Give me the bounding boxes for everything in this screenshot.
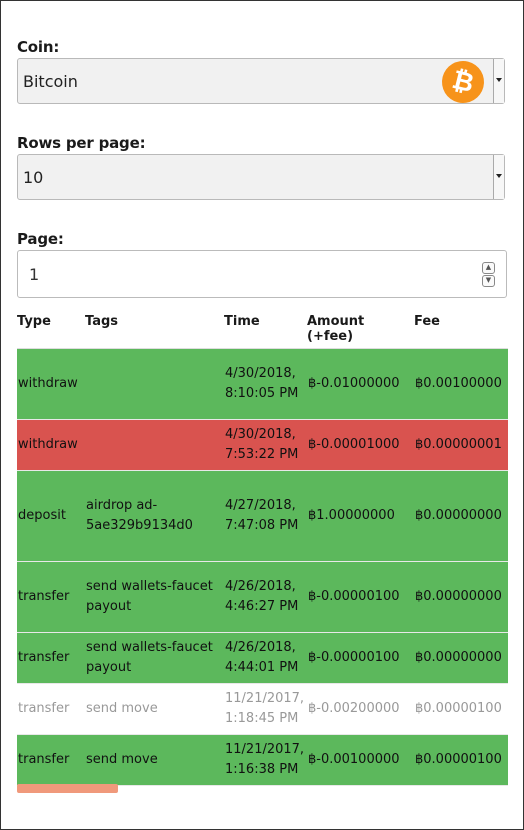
cell-time: 4/27/2018, 7:47:08 PM <box>224 470 307 562</box>
cell-tags <box>85 419 224 471</box>
page-label: Page: <box>17 230 64 248</box>
coin-dropdown-button[interactable] <box>493 59 504 103</box>
cell-fee: ฿0.00000000 <box>414 561 508 633</box>
cell-amount: ฿1.00000000 <box>307 470 414 562</box>
cell-tags <box>85 348 224 420</box>
cell-amount: ฿-0.00000100 <box>307 632 414 684</box>
bitcoin-icon: ₿ <box>437 56 489 108</box>
column-header-time[interactable]: Time <box>224 305 307 349</box>
table-row: transfer send wallets-faucet payout 4/26/2… <box>17 561 508 633</box>
horizontal-scrollbar-thumb[interactable] <box>17 784 118 793</box>
cell-time: 4/30/2018, 8:10:05 PM <box>224 348 307 420</box>
cell-time: 4/26/2018, 4:46:27 PM <box>224 561 307 633</box>
cell-type: withdraw <box>17 348 85 420</box>
cell-fee: ฿0.00000000 <box>414 632 508 684</box>
spin-down-icon[interactable]: ▼ <box>482 275 495 287</box>
column-header-type[interactable]: Type <box>17 305 85 349</box>
cell-time: 4/26/2018, 4:44:01 PM <box>224 632 307 684</box>
cell-type: deposit <box>17 470 85 562</box>
cell-tags: send wallets-faucet payout <box>85 561 224 633</box>
rows-per-page-dropdown-button[interactable] <box>493 155 504 199</box>
table-row: withdraw 4/30/2018, 7:53:22 PM ฿-0.0000100… <box>17 419 508 471</box>
cell-fee: ฿0.00000001 <box>414 419 508 471</box>
coin-select-value: Bitcoin <box>23 72 78 91</box>
cell-type: transfer <box>17 734 85 786</box>
column-header-amount[interactable]: Amount (+fee) <box>307 305 414 349</box>
rows-per-page-value: 10 <box>23 168 44 187</box>
cell-fee: ฿0.00000100 <box>414 683 508 735</box>
cell-amount: ฿-0.00100000 <box>307 734 414 786</box>
coin-label: Coin: <box>17 38 60 56</box>
chevron-down-icon <box>496 78 502 82</box>
column-header-tags[interactable]: Tags <box>85 305 224 349</box>
table-row: withdraw 4/30/2018, 8:10:05 PM ฿-0.0100000… <box>17 348 508 420</box>
cell-time: 11/21/2017, 1:18:45 PM <box>224 683 307 735</box>
table-row: deposit airdrop ad-5ae329b9134d0 4/27/2018… <box>17 470 508 562</box>
column-header-fee[interactable]: Fee <box>414 305 508 349</box>
page-spinner[interactable]: ▲ ▼ <box>482 262 495 288</box>
cell-type: withdraw <box>17 419 85 471</box>
cell-time: 11/21/2017, 1:16:38 PM <box>224 734 307 786</box>
cell-amount: ฿-0.00001000 <box>307 419 414 471</box>
rows-per-page-select[interactable]: 10 <box>17 154 505 200</box>
table-row: transfer send wallets-faucet payout 4/26/2… <box>17 632 508 684</box>
cell-amount: ฿-0.00200000 <box>307 683 414 735</box>
table-header-row: Type Tags Time Amount (+fee) Fee <box>17 305 508 349</box>
table-row: transfer send move 11/21/2017, 1:16:38 PM ฿… <box>17 734 508 786</box>
rows-per-page-label: Rows per page: <box>17 134 146 152</box>
transactions-table: Type Tags Time Amount (+fee) Fee withdra… <box>17 305 508 786</box>
cell-amount: ฿-0.00000100 <box>307 561 414 633</box>
cell-amount: ฿-0.01000000 <box>307 348 414 420</box>
cell-type: transfer <box>17 683 85 735</box>
page-input[interactable]: 1 ▲ ▼ <box>17 250 507 298</box>
cell-tags: send wallets-faucet payout <box>85 632 224 684</box>
cell-fee: ฿0.00000100 <box>414 734 508 786</box>
cell-fee: ฿0.00100000 <box>414 348 508 420</box>
cell-tags: send move <box>85 683 224 735</box>
table-row: transfer send move 11/21/2017, 1:18:45 PM ฿… <box>17 683 508 735</box>
cell-tags: airdrop ad-5ae329b9134d0 <box>85 470 224 562</box>
page-input-value: 1 <box>29 265 40 284</box>
cell-time: 4/30/2018, 7:53:22 PM <box>224 419 307 471</box>
coin-select[interactable]: Bitcoin ₿ <box>17 56 505 108</box>
chevron-down-icon <box>496 174 502 178</box>
spin-up-icon[interactable]: ▲ <box>482 262 495 274</box>
cell-type: transfer <box>17 632 85 684</box>
cell-fee: ฿0.00000000 <box>414 470 508 562</box>
cell-type: transfer <box>17 561 85 633</box>
cell-tags: send move <box>85 734 224 786</box>
